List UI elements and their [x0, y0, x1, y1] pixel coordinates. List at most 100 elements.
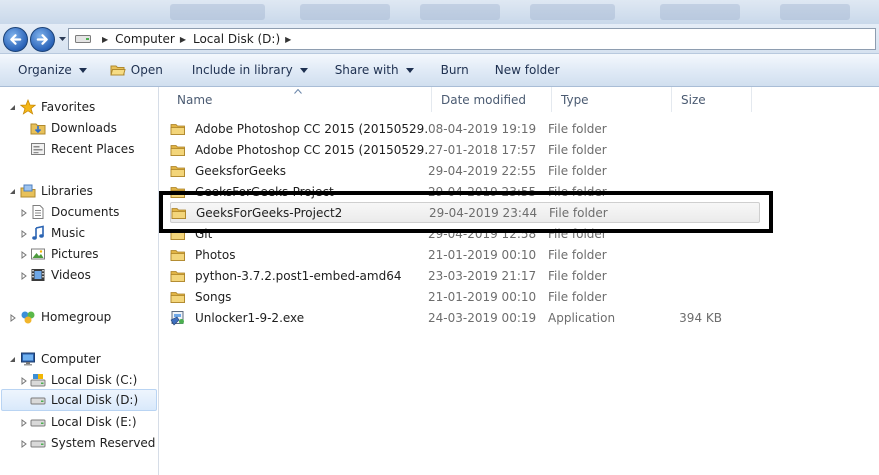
file-type: Application — [548, 310, 616, 325]
column-header-type[interactable]: Type — [552, 87, 672, 112]
expand-triangle-icon[interactable] — [20, 377, 28, 385]
file-row[interactable]: python-3.7.2.post1-embed-amd64 23-03-2019… — [170, 265, 760, 286]
folder-icon — [171, 207, 186, 219]
documents-icon — [32, 204, 44, 219]
file-name-cell: Photos — [170, 247, 428, 263]
column-header-name[interactable]: Name — [160, 87, 432, 112]
file-row[interactable]: Adobe Photoshop CC 2015 (20150529.r.8...… — [170, 139, 760, 160]
column-header-date-modified[interactable]: Date modified — [432, 87, 552, 112]
homegroup-icon — [21, 311, 35, 323]
nav-homegroup[interactable]: Homegroup — [20, 306, 111, 327]
nav-music[interactable]: Music — [30, 222, 85, 243]
breadcrumb-computer[interactable]: Computer — [115, 32, 175, 46]
folder-icon — [170, 186, 185, 198]
expand-triangle-icon[interactable] — [9, 314, 17, 322]
expand-triangle-icon[interactable] — [20, 230, 28, 238]
blurred-tab — [780, 4, 850, 20]
file-date-modified: 21-01-2019 00:10 — [428, 289, 537, 304]
new-folder-button[interactable]: New folder — [495, 54, 560, 86]
videos-film-icon — [31, 268, 45, 281]
nav-computer[interactable]: Computer — [20, 348, 101, 369]
window-title-strip — [0, 0, 879, 24]
file-name-cell: Unlocker1-9-2.exe — [170, 310, 428, 326]
file-name-cell: GeeksForGeeks-Project2 — [171, 205, 429, 221]
recent-pages-dropdown-icon[interactable] — [58, 34, 67, 43]
share-with-button[interactable]: Share with — [335, 54, 414, 86]
open-button[interactable]: Open — [110, 54, 163, 86]
include-in-library-button[interactable]: Include in library — [192, 54, 308, 86]
nav-recent-places[interactable]: Recent Places — [30, 138, 134, 159]
chevron-right-icon[interactable]: ▶ — [102, 35, 108, 44]
file-row[interactable]: Unlocker1-9-2.exe 24-03-2019 00:19 Applica… — [170, 307, 760, 328]
file-row[interactable]: GeeksForGeeks-Project 29-04-2019 23:55 Fil… — [170, 181, 760, 202]
expand-triangle-icon[interactable] — [20, 440, 28, 448]
file-name: GeeksforGeeks — [195, 163, 287, 178]
file-size: 394 KB — [679, 310, 722, 325]
nav-favorites[interactable]: Favorites — [20, 96, 95, 117]
expand-triangle-icon[interactable] — [20, 251, 28, 259]
address-row: ▶ Computer ▶ Local Disk (D:) ▶ — [0, 24, 879, 54]
file-name: Photos — [195, 247, 236, 262]
nav-documents[interactable]: Documents — [30, 201, 119, 222]
folder-icon — [170, 144, 185, 156]
nav-libraries-label: Libraries — [41, 183, 93, 198]
file-name-cell: Songs — [170, 289, 428, 305]
file-row[interactable]: Git 29-04-2019 12:58 File folder — [170, 223, 760, 244]
nav-homegroup-label: Homegroup — [41, 309, 112, 324]
file-name: GeeksForGeeks-Project2 — [196, 205, 343, 220]
drive-icon — [30, 397, 46, 405]
blurred-tab — [170, 4, 265, 20]
file-name: Adobe Photoshop CC 2015 (20150529.r.8... — [195, 121, 428, 136]
file-row[interactable]: GeeksforGeeks 29-04-2019 22:55 File folder — [170, 160, 760, 181]
nav-videos[interactable]: Videos — [30, 264, 91, 285]
file-date-modified: 27-01-2018 17:57 — [428, 142, 537, 157]
file-type: File folder — [548, 142, 607, 157]
file-row[interactable]: GeeksForGeeks-Project2 29-04-2019 23:44 Fi… — [170, 202, 760, 223]
nav-computer-label: Computer — [41, 351, 101, 366]
nav-documents-label: Documents — [51, 204, 120, 219]
nav-pictures-label: Pictures — [51, 246, 99, 261]
drive-icon — [30, 419, 46, 426]
installer-icon — [170, 310, 184, 325]
expand-triangle-icon[interactable] — [20, 272, 28, 280]
file-name: GeeksForGeeks-Project — [195, 184, 334, 199]
column-header-row: Name Date modified Type Size — [160, 87, 879, 112]
file-row[interactable]: Songs 21-01-2019 00:10 File folder — [170, 286, 760, 307]
include-in-library-label: Include in library — [191, 63, 293, 77]
chevron-right-icon[interactable]: ▶ — [180, 35, 186, 44]
burn-button[interactable]: Burn — [441, 54, 469, 86]
folder-icon — [170, 270, 185, 282]
file-row[interactable]: Adobe Photoshop CC 2015 (20150529.r.8...… — [170, 118, 760, 139]
expand-triangle-icon[interactable] — [20, 419, 28, 427]
breadcrumb-local-disk-d[interactable]: Local Disk (D:) — [193, 32, 280, 46]
nav-system-reserved-label: System Reserved (H: — [51, 435, 158, 450]
collapse-triangle-icon[interactable] — [9, 104, 17, 112]
arrow-right-icon — [36, 34, 48, 45]
forward-button[interactable] — [30, 27, 55, 52]
folder-icon — [170, 123, 185, 135]
nav-pictures[interactable]: Pictures — [30, 243, 99, 264]
share-with-label: Share with — [334, 63, 399, 77]
nav-drive-d[interactable]: Local Disk (D:) — [1, 389, 157, 411]
nav-downloads[interactable]: Downloads — [30, 117, 117, 138]
nav-drive-e[interactable]: Local Disk (E:) — [30, 411, 137, 432]
collapse-triangle-icon[interactable] — [9, 188, 17, 196]
back-button[interactable] — [3, 27, 28, 52]
nav-system-reserved[interactable]: System Reserved (H: — [30, 432, 158, 453]
file-name: Adobe Photoshop CC 2015 (20150529.r.8... — [195, 142, 428, 157]
blurred-tab — [420, 4, 500, 20]
file-row[interactable]: Photos 21-01-2019 00:10 File folder — [170, 244, 760, 265]
nav-libraries[interactable]: Libraries — [20, 180, 93, 201]
nav-drive-c[interactable]: Local Disk (C:) — [30, 369, 137, 390]
address-bar[interactable]: ▶ Computer ▶ Local Disk (D:) ▶ — [68, 28, 876, 50]
expand-triangle-icon[interactable] — [20, 209, 28, 217]
blurred-tab — [530, 4, 615, 20]
organize-button[interactable]: Organize — [18, 54, 87, 86]
chevron-right-icon[interactable]: ▶ — [285, 35, 291, 44]
file-type: File folder — [548, 226, 607, 241]
collapse-triangle-icon[interactable] — [9, 356, 17, 364]
column-header-size[interactable]: Size — [672, 87, 752, 112]
nav-recent-places-label: Recent Places — [51, 141, 135, 156]
file-type: File folder — [548, 121, 607, 136]
folder-icon — [170, 165, 185, 177]
